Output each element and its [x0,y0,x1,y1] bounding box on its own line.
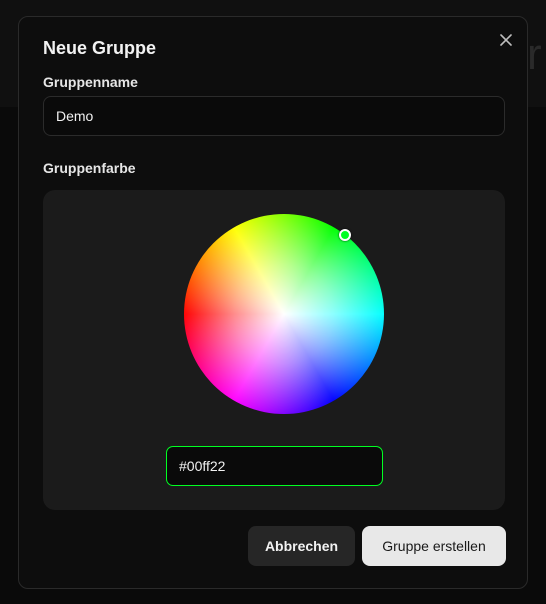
close-icon [500,34,512,46]
group-name-label: Gruppenname [43,74,138,90]
dialog-title: Neue Gruppe [43,38,157,58]
hex-color-input[interactable] [166,446,383,486]
color-picker-panel [43,190,505,510]
background-text-fragment: r [527,30,542,79]
color-wheel-saturation-layer [184,214,384,414]
group-color-label: Gruppenfarbe [43,160,136,176]
create-group-button[interactable]: Gruppe erstellen [362,526,506,566]
group-name-input[interactable] [43,96,505,136]
close-button[interactable] [495,29,517,51]
color-wheel[interactable] [184,214,384,414]
new-group-dialog: Neue Gruppe Gruppenname Gruppenfarbe Abb… [18,16,528,589]
color-wheel-handle[interactable] [339,229,351,241]
cancel-button[interactable]: Abbrechen [248,526,355,566]
